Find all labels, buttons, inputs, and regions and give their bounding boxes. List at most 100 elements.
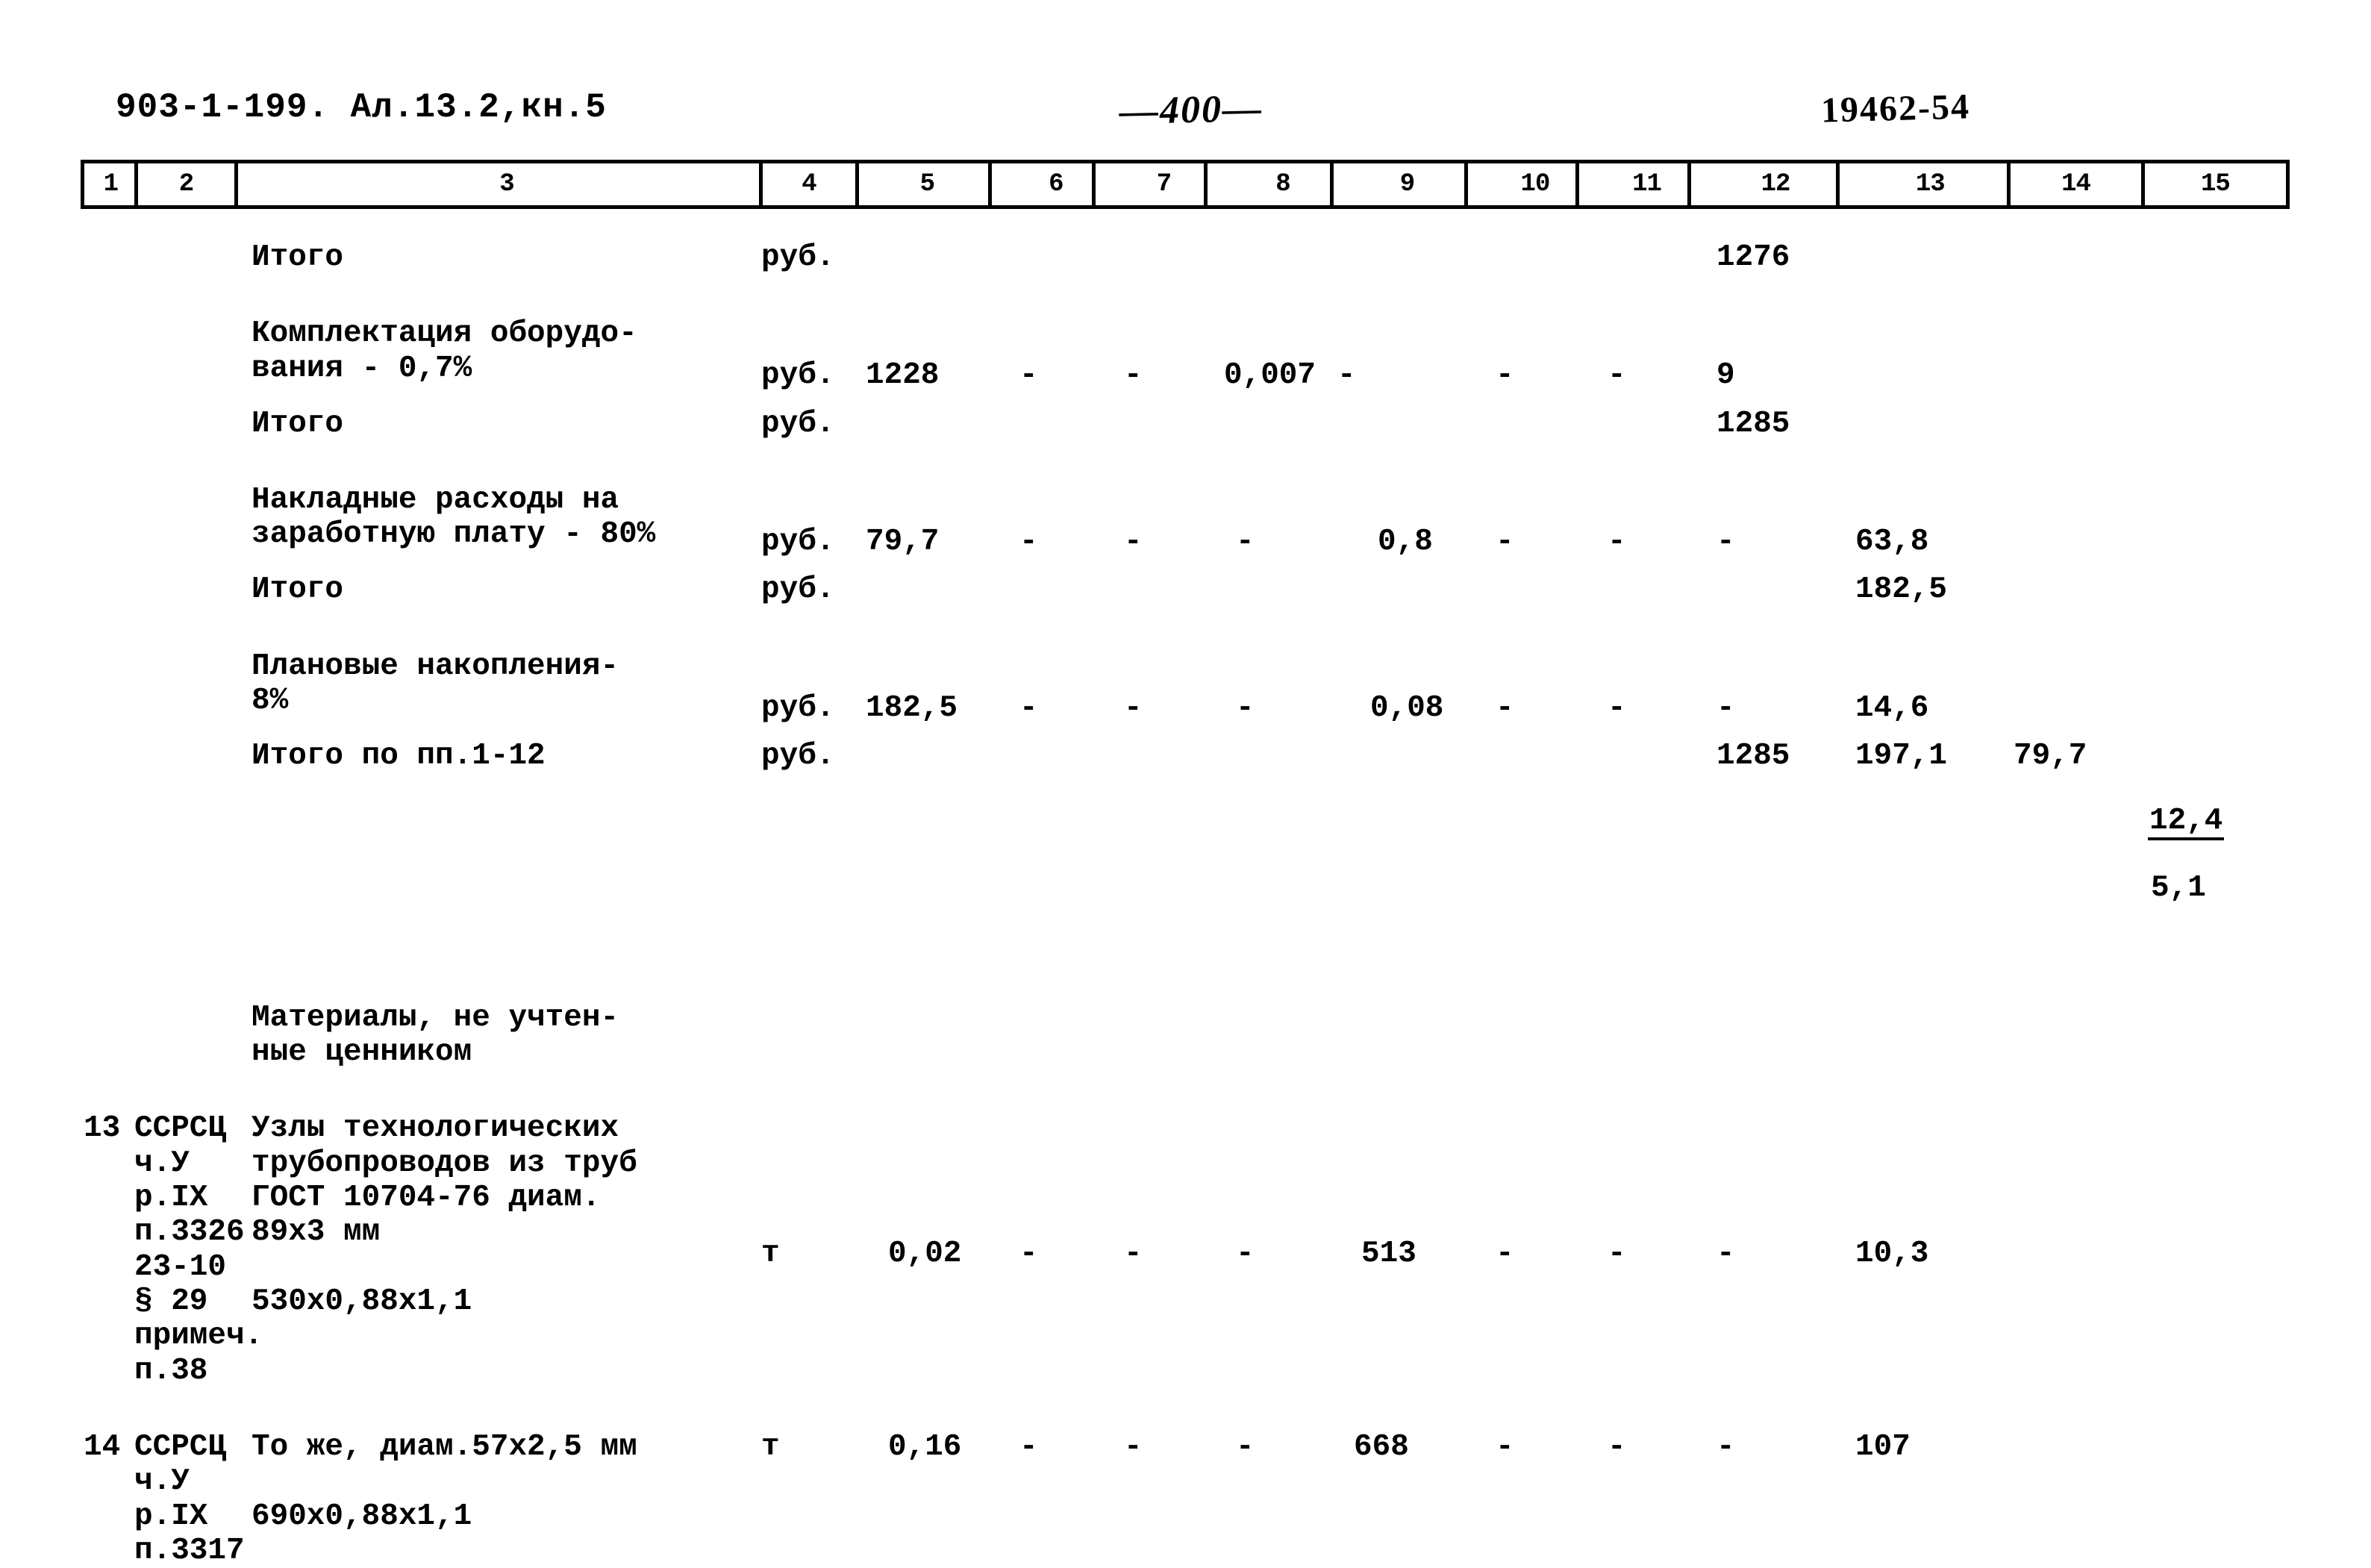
row-unit: руб. [761,690,835,725]
table-row: Итого руб. 1276 [81,240,2290,275]
row-col8: 0,007 [1224,358,1316,393]
table-row: Накладные расходы на заработную плату - … [81,483,2290,559]
table-row: Комплектация оборудо- вания - 0,7% руб. … [81,316,2290,393]
column-number-2: 2 [138,163,239,205]
row-col6: - [1019,690,1038,725]
row-col6: - [1019,1237,1038,1272]
row-col5: 0,16 [888,1430,962,1465]
row-col13: 182,5 [1855,572,1948,607]
archive-stamp-handwritten: 19462-54 [1820,87,1971,131]
fraction-numerator: 12,4 [2148,805,2225,841]
row-unit: руб. [761,240,835,275]
row-col12: - [1716,1430,1735,1465]
row-col7: - [1124,1430,1143,1465]
row-description: Узлы технологических трубопроводов из тр… [252,1111,637,1319]
column-number-11: 11 [1579,163,1691,205]
row-col10: - [1496,524,1514,559]
row-col8: - [1236,524,1255,559]
row-col12: - [1716,690,1735,725]
row-col13: 63,8 [1855,524,1929,559]
row-item-number: 13 [84,1111,121,1146]
row-unit: руб. [761,738,835,773]
column-number-9: 9 [1334,163,1468,205]
table-row: 13 ССРСЦ ч.У р.IX п.3326 23-10 § 29 прим… [81,1111,2290,1388]
estimate-table: Итого руб. 1276 Комплектация оборудо- ва… [81,216,2290,1568]
section-heading: Материалы, не учтен- ные ценником [252,1000,619,1070]
document-page: 903-1-199. Ал.13.2,кн.5 —400— 19462-54 1… [0,0,2371,1568]
column-number-15: 15 [2200,170,2231,199]
row-col6: - [1019,358,1038,393]
row-unit: т [761,1430,780,1465]
row-col12: 1285 [1716,738,1790,773]
column-number-14: 14 [2011,163,2145,205]
row-col13 [1842,316,2014,358]
row-col13: 14,6 [1855,690,1929,725]
column-number-band: 1 2 3 4 5 6 7 8 9 10 11 12 13 14 15 [81,160,2290,209]
row-unit: руб. [761,406,835,441]
row-col7: - [1124,1237,1143,1272]
column-number-7: 7 [1096,163,1208,205]
column-number-10: 10 [1468,163,1580,205]
row-col7: - [1124,690,1143,725]
row-col6: - [1019,1430,1038,1465]
row-reference: ССРСЦ ч.У р.IX п.3317 [134,1430,245,1568]
row-col12: - [1716,524,1735,559]
row-description: Накладные расходы на заработную плату - … [252,482,656,552]
row-col8: - [1236,1430,1255,1465]
row-col9: - [1337,358,1356,393]
row-col7: - [1124,524,1143,559]
row-col5: 1228 [866,358,940,393]
row-col6: - [1019,524,1038,559]
row-col10: - [1496,690,1514,725]
row-col10: - [1496,358,1514,393]
row-unit: руб. [761,524,835,559]
row-col10: - [1496,1430,1514,1465]
row-col11: - [1608,1430,1626,1465]
row-unit: т [761,1237,780,1272]
table-row: Материалы, не учтен- ные ценником [81,1001,2290,1070]
row-col11: - [1608,1237,1626,1272]
column-number-13: 13 [1840,163,2011,205]
row-col8: - [1236,1237,1255,1272]
row-description: Итого [252,572,344,607]
row-col15-fraction: 12,4 5,1 [2148,739,2290,938]
page-number-handwritten: —400— [1119,87,1263,134]
row-col5: 79,7 [866,524,940,559]
row-description: Итого [252,406,344,441]
row-col9: 0,08 [1370,690,1444,725]
row-col13: 107 [1855,1430,1911,1465]
row-col9: 668 [1354,1430,1409,1465]
row-col9: 513 [1361,1237,1416,1272]
row-description: Комплектация оборудо- вания - 0,7% [252,316,637,386]
row-col10: - [1496,1237,1514,1272]
row-col12: 9 [1716,358,1735,393]
table-row: Плановые накопления- 8% руб. 182,5 - - -… [81,649,2290,725]
row-col14: 79,7 [2014,738,2087,773]
row-col5: 182,5 [866,690,958,725]
table-row: Итого по пп.1-12 руб. 1285 197,1 79,7 12… [81,739,2290,938]
fraction-denominator: 5,1 [2151,871,2206,906]
column-number-8: 8 [1208,163,1334,205]
column-number-6: 6 [992,163,1096,205]
column-number-12: 12 [1691,163,1840,205]
table-row: Итого руб. 1285 [81,407,2290,441]
row-unit: руб. [761,572,835,607]
column-number-1: 1 [84,163,138,205]
row-col12: 1276 [1716,240,1790,275]
row-description: Итого по пп.1-12 [252,738,546,773]
column-number-4: 4 [763,163,860,205]
row-description: Итого [252,240,344,275]
row-reference: ССРСЦ ч.У р.IX п.3326 23-10 § 29 примеч.… [134,1111,263,1388]
row-col12: - [1716,1237,1735,1272]
table-row: 14 ССРСЦ ч.У р.IX п.3317 То же, диам.57х… [81,1430,2290,1568]
row-col11: - [1608,690,1626,725]
row-col8: - [1236,690,1255,725]
row-unit: руб. [761,358,835,393]
row-col11: - [1608,524,1626,559]
row-item-number: 14 [84,1430,121,1465]
row-col12: 1285 [1716,406,1790,441]
table-row: Итого руб. 182,5 [81,572,2290,607]
row-col7: - [1124,358,1143,393]
column-number-3: 3 [238,163,763,205]
row-col5: 0,02 [888,1237,962,1272]
